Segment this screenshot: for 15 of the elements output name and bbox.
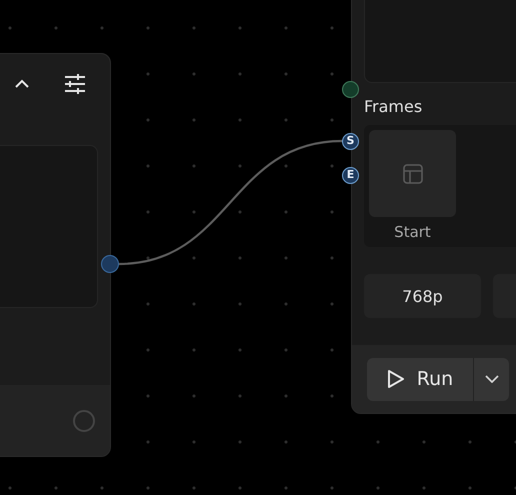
input-handle[interactable]: E	[342, 167, 359, 184]
frame-label: Start	[394, 223, 431, 241]
layout-icon	[402, 162, 424, 184]
frame-tile[interactable]	[369, 130, 456, 217]
play-icon	[386, 369, 405, 389]
input-handle[interactable]: S	[342, 133, 359, 150]
output-handle[interactable]	[101, 255, 119, 273]
section-label: Frames	[364, 98, 424, 116]
dropdown-button[interactable]	[474, 358, 509, 400]
chevron-down-icon	[484, 375, 498, 383]
resolution-button[interactable]: 768p	[364, 274, 481, 318]
input-handle[interactable]	[342, 81, 359, 98]
run-button[interactable]: Run	[367, 358, 474, 400]
settings-icon[interactable]	[64, 74, 86, 94]
chevron-up-icon[interactable]	[14, 79, 30, 89]
